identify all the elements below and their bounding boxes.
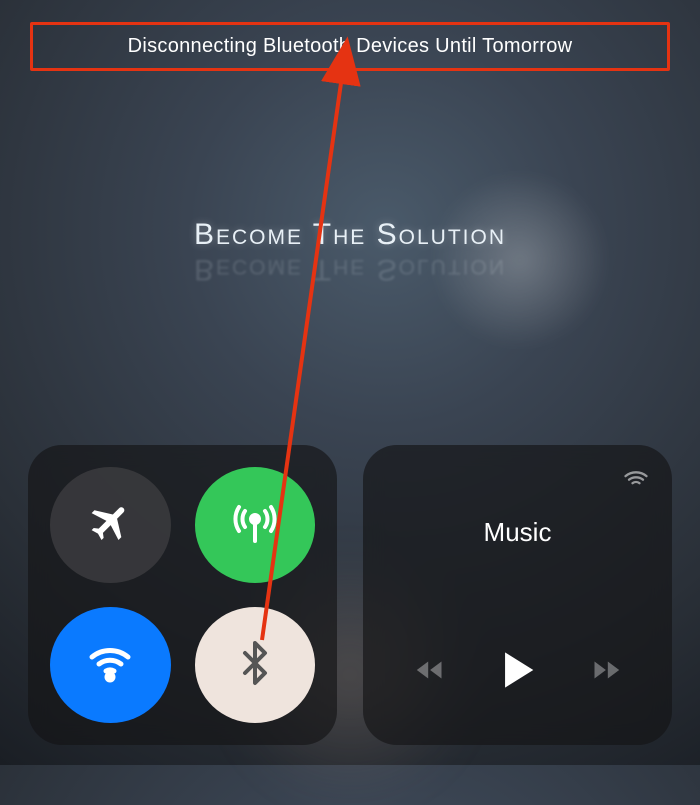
- cellular-data-button[interactable]: [195, 467, 316, 583]
- airplane-icon: [86, 499, 134, 552]
- wifi-icon: [86, 639, 134, 692]
- watermark-label: Become The Solution: [194, 218, 506, 251]
- antenna-icon: [231, 499, 279, 552]
- play-button[interactable]: [499, 650, 537, 695]
- control-center: Music: [28, 445, 672, 745]
- watermark-text: Become The Solution: [0, 218, 700, 252]
- previous-track-button[interactable]: [413, 656, 451, 689]
- next-track-button[interactable]: [585, 656, 623, 689]
- bluetooth-icon: [231, 639, 279, 692]
- music-title: Music: [363, 517, 672, 548]
- airplay-icon[interactable]: [622, 463, 650, 492]
- watermark-reflection: Become The Solution: [0, 252, 700, 286]
- media-controls: [363, 650, 672, 695]
- airplane-mode-button[interactable]: [50, 467, 171, 583]
- bluetooth-status-banner: Disconnecting Bluetooth Devices Until To…: [30, 22, 670, 71]
- connectivity-panel[interactable]: [28, 445, 337, 745]
- connectivity-grid: [50, 467, 315, 723]
- music-panel[interactable]: Music: [363, 445, 672, 745]
- bluetooth-button[interactable]: [195, 607, 316, 723]
- wifi-button[interactable]: [50, 607, 171, 723]
